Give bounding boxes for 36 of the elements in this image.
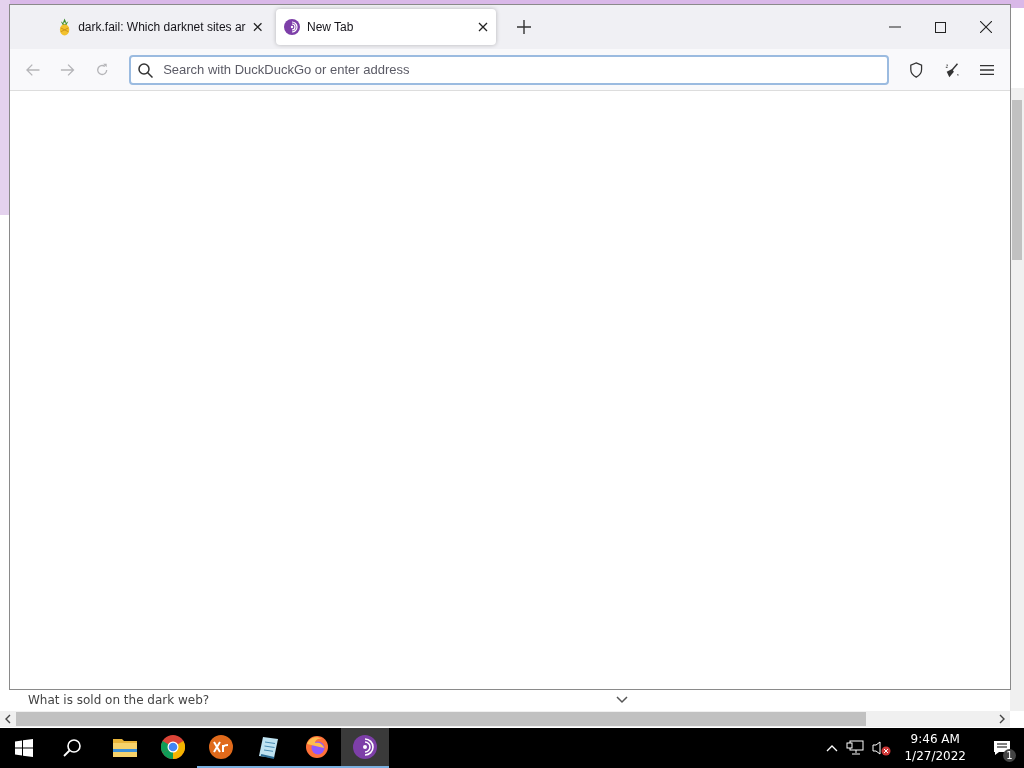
scroll-left-icon[interactable] [4, 714, 12, 724]
address-field[interactable]: Search with DuckDuckGo or enter address [129, 54, 890, 85]
maximize-icon[interactable] [935, 21, 946, 33]
notepad-icon [258, 735, 280, 759]
onion-icon [284, 19, 300, 35]
close-tab-icon[interactable] [478, 22, 488, 32]
folder-icon [113, 737, 137, 757]
clock-time[interactable]: 9:46 AM [910, 731, 960, 748]
muted-speaker-icon[interactable] [872, 740, 893, 756]
browser-tab[interactable]: New Tab [276, 9, 496, 45]
close-tab-icon[interactable] [252, 22, 262, 32]
network-icon[interactable] [846, 740, 865, 756]
clock-date[interactable]: 1/27/2022 [904, 748, 966, 765]
browser-tab[interactable]: dark.fail: Which darknet sites ar [50, 9, 270, 45]
chevron-up-icon[interactable] [826, 744, 839, 752]
app-logo-icon [209, 735, 233, 759]
search-icon [138, 62, 154, 78]
faq-question: What is sold on the dark web? [28, 693, 210, 707]
horizontal-scrollbar[interactable] [0, 711, 1010, 727]
close-icon[interactable] [980, 21, 992, 33]
new-tab-icon[interactable] [517, 20, 531, 34]
onion-icon [353, 735, 377, 759]
start-icon[interactable] [15, 739, 33, 757]
scroll-right-icon[interactable] [998, 714, 1006, 724]
pineapple-icon [58, 18, 72, 36]
shield-icon[interactable] [909, 60, 924, 79]
tab-title: dark.fail: Which darknet sites ar [78, 20, 246, 34]
fox-globe-icon [305, 735, 329, 759]
menu-icon[interactable] [979, 63, 995, 76]
notification-button[interactable]: 1 [988, 733, 1016, 763]
search-icon[interactable] [63, 739, 81, 757]
chevron-down-icon[interactable] [616, 696, 628, 704]
taskbar-app[interactable] [341, 728, 389, 768]
notification-count: 1 [1003, 749, 1016, 762]
round-logo-icon [161, 735, 185, 759]
tab-title: New Tab [307, 20, 355, 34]
